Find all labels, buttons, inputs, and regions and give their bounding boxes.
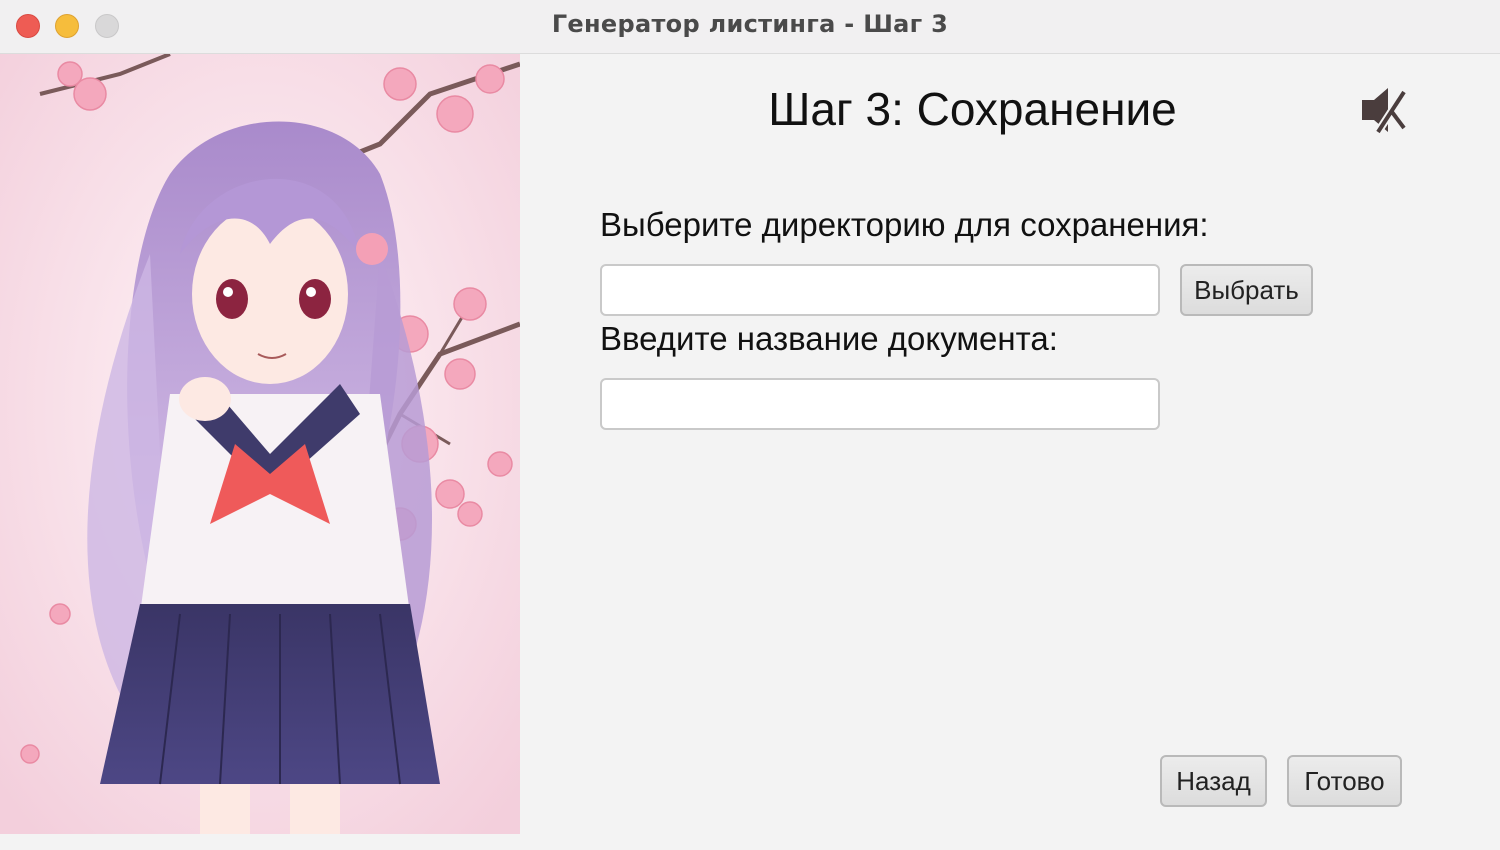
- document-name-label: Введите название документа:: [600, 320, 1058, 357]
- speaker-muted-icon[interactable]: [1358, 82, 1410, 138]
- anime-girl-illustration: [0, 54, 520, 834]
- illustration-image: [0, 54, 520, 834]
- choose-directory-button[interactable]: Выбрать: [1180, 264, 1313, 316]
- back-button[interactable]: Назад: [1160, 755, 1267, 807]
- directory-input[interactable]: [600, 264, 1160, 316]
- step-title: Шаг 3: Сохранение: [768, 83, 1177, 135]
- app-window: Генератор листинга - Шаг 3 Шаг 3: Сохран…: [0, 0, 1500, 850]
- document-name-input[interactable]: [600, 378, 1160, 430]
- window-title: Генератор листинга - Шаг 3: [551, 10, 949, 38]
- directory-label: Выберите директорию для сохранения:: [600, 206, 1209, 243]
- title-bar[interactable]: Генератор листинга - Шаг 3: [0, 0, 1500, 54]
- done-button[interactable]: Готово: [1287, 755, 1402, 807]
